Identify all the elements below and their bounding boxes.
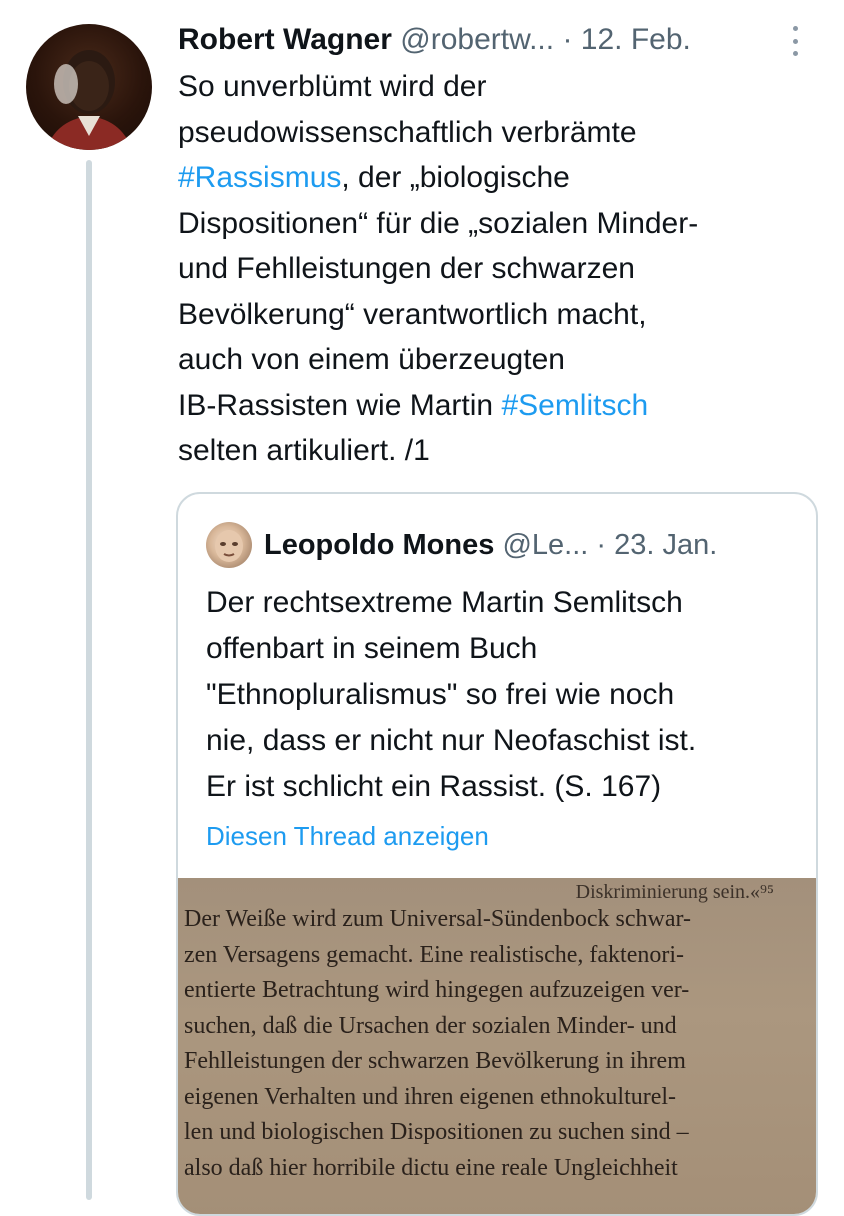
tweet-text-line: Bevölkerung“ verantwortlich macht, [178, 292, 798, 338]
tweet-text-line: auch von einem überzeugten [178, 337, 798, 383]
tweet-text-line: #Rassismus, der „biologische [178, 155, 798, 201]
text-segment: Dispositionen“ für die „sozialen Minder- [178, 206, 699, 240]
quoted-text-line: nie, dass er nicht nur Neofaschist ist. [206, 724, 697, 757]
text-segment: Bevölkerung“ verantwortlich macht, [178, 297, 647, 331]
book-text-line: Der Weiße wird zum Universal-Sündenbock … [184, 906, 691, 932]
quoted-tweet-text: Der rechtsextreme Martin Semlitsch offen… [206, 580, 796, 810]
portrait-image [46, 50, 132, 150]
more-vertical-icon[interactable] [788, 26, 802, 56]
quoted-tweet-header: Leopoldo Mones @Le... · 23. Jan. [264, 524, 804, 566]
text-segment: So unverblümt wird der [178, 70, 487, 103]
tweet-text-line: IB-Rassisten wie Martin #Semlitsch [178, 383, 798, 429]
book-page-photo[interactable]: Diskriminierung sein.«⁹⁵ Der Weiße wird … [178, 878, 816, 1214]
quoted-separator-dot: · [596, 529, 607, 561]
book-text-line: len und biologischen Dispositionen zu su… [184, 1119, 689, 1145]
author-handle[interactable]: @robertw... [400, 23, 554, 56]
quoted-tweet-date[interactable]: 23. Jan. [614, 529, 717, 561]
quoted-text-line: offenbart in seinem Buch [206, 632, 538, 665]
author-avatar[interactable] [26, 24, 152, 150]
thread-connector-line [86, 160, 92, 1200]
book-text-line: zen Versagens gemacht. Eine realistische… [184, 941, 685, 968]
quoted-text-line: Er ist schlicht ein Rassist. (S. 167) [206, 770, 662, 803]
text-segment: auch von einem überzeugten [178, 343, 565, 376]
tweet-header: Robert Wagner @robertw... · 12. Feb. [178, 20, 818, 60]
tweet-text-line: So unverblümt wird der [178, 64, 798, 110]
book-text-line: Fehlleistungen der schwarzen Bevölkerung… [184, 1048, 686, 1074]
tweet-text-line: pseudowissenschaftlich verbrämte [178, 110, 798, 156]
tweet-text-line: und Fehlleistungen der schwarzen [178, 246, 798, 292]
hashtag-semlitsch[interactable]: #Semlitsch [501, 389, 648, 422]
author-name[interactable]: Robert Wagner [178, 23, 392, 56]
tweet-text-line: Dispositionen“ für die „sozialen Minder- [178, 201, 798, 247]
text-segment: und Fehlleistungen der schwarzen [178, 252, 635, 285]
quoted-author-avatar[interactable] [206, 522, 252, 568]
quoted-tweet-card[interactable]: Leopoldo Mones @Le... · 23. Jan. Der rec… [176, 492, 818, 1216]
quoted-text-line: "Ethnopluralismus" so frei wie noch [206, 678, 675, 711]
tweet-date[interactable]: 12. Feb. [581, 23, 691, 56]
separator-dot: · [562, 23, 573, 56]
text-segment: IB-Rassisten wie Martin [178, 388, 502, 422]
book-text-line: also daß hier horribile dictu eine reale… [184, 1154, 678, 1181]
show-thread-link[interactable]: Diesen Thread anzeigen [206, 818, 489, 854]
tweet-text-line: selten artikuliert. /1 [178, 428, 798, 474]
text-segment: selten artikuliert. /1 [178, 434, 430, 467]
book-text-line: eigenen Verhalten und ihren eigenen ethn… [184, 1083, 677, 1110]
quoted-author-handle[interactable]: @Le... [502, 529, 588, 561]
book-text-line: suchen, daß die Ursachen der sozialen Mi… [184, 1012, 677, 1039]
quoted-avatar-image [215, 530, 243, 562]
text-segment: , der „biologische [341, 161, 570, 194]
quoted-text-line: Der rechtsextreme Martin Semlitsch [206, 586, 683, 619]
book-page-text: Diskriminierung sein.«⁹⁵ Der Weiße wird … [184, 882, 814, 1186]
book-text-line: Diskriminierung sein.«⁹⁵ [575, 881, 774, 903]
tweet-text: So unverblümt wird der pseudowissenschaf… [178, 64, 798, 474]
book-text-line: entierte Betrachtung wird hingegen aufzu… [184, 977, 690, 1003]
hashtag-rassismus[interactable]: #Rassismus [178, 161, 341, 194]
quoted-author-name[interactable]: Leopoldo Mones [264, 529, 494, 561]
text-segment: pseudowissenschaftlich verbrämte [178, 115, 637, 149]
